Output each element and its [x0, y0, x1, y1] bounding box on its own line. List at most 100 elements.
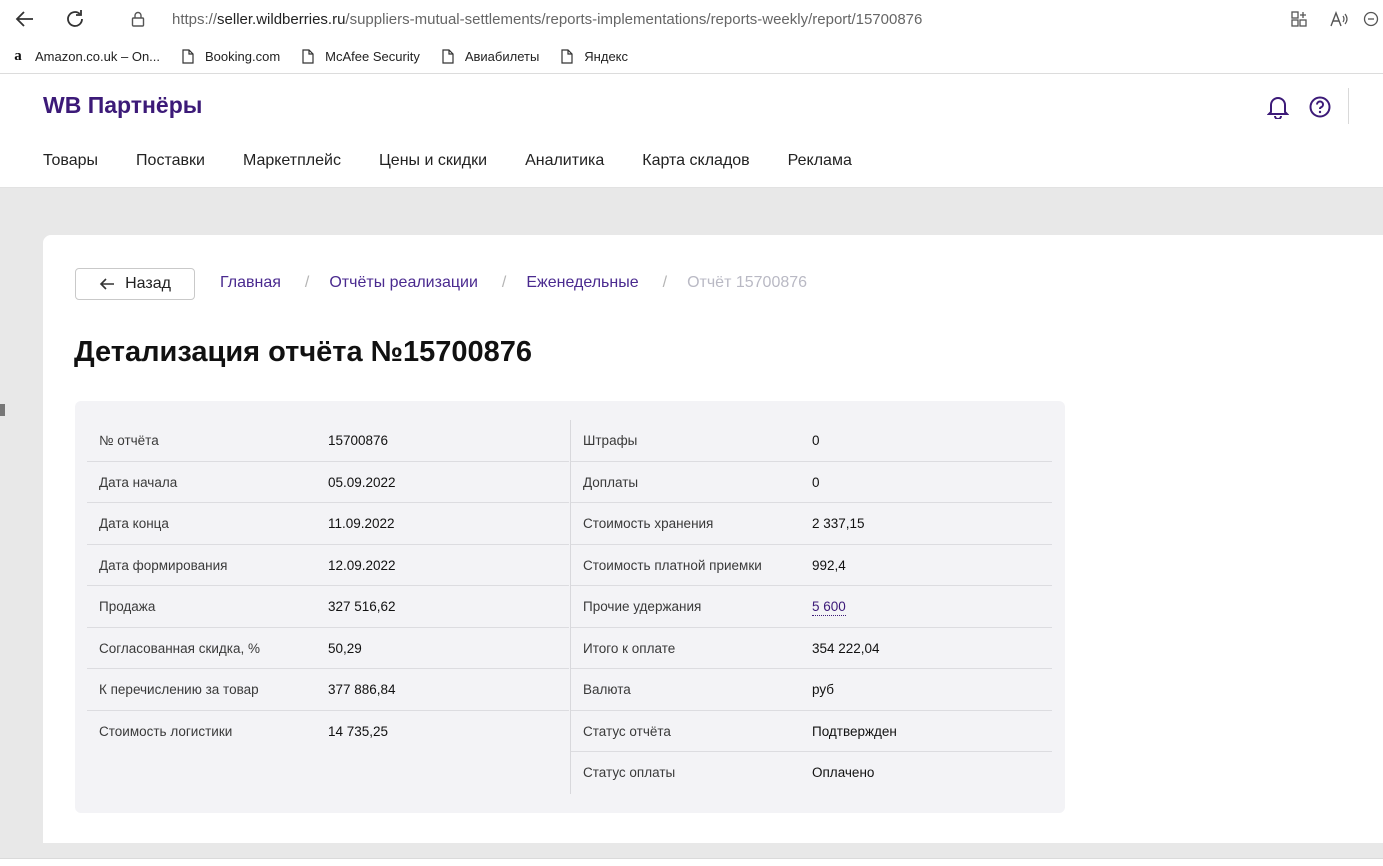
url-domain: seller.wildberries.ru	[217, 10, 346, 28]
detail-row-storage: Стоимость хранения 2 337,15	[571, 503, 1052, 545]
detail-value: 05.09.2022	[328, 474, 396, 490]
detail-row-start-date: Дата начала 05.09.2022	[87, 462, 569, 503]
bookmark-label: Amazon.co.uk – On...	[35, 49, 161, 64]
detail-row-paid-acceptance: Стоимость платной приемки 992,4	[571, 545, 1052, 586]
menu-item-prices[interactable]: Цены и скидки	[379, 152, 487, 170]
bookmark-booking[interactable]: Booking.com	[180, 49, 280, 65]
page-icon	[440, 49, 456, 65]
bookmark-aviabilety[interactable]: Авиабилеты	[440, 49, 539, 65]
back-arrow-icon[interactable]	[10, 4, 40, 34]
detail-value: 15700876	[328, 433, 389, 448]
detail-row-report-status: Статус отчёта Подтвержден	[571, 711, 1052, 752]
detail-label: Штрафы	[583, 433, 638, 448]
detail-row-discount: Согласованная скидка, % 50,29	[87, 628, 569, 669]
browser-toolbar: https://seller.wildberries.ru/suppliers-…	[0, 0, 1383, 38]
detail-row-logistics: Стоимость логистики 14 735,25	[87, 711, 569, 753]
header-divider	[1348, 88, 1349, 124]
detail-value: 327 516,62	[328, 599, 396, 614]
breadcrumb-weekly[interactable]: Еженедельные	[526, 274, 638, 292]
detail-row-surcharges: Доплаты 0	[571, 462, 1052, 503]
details-right-column: Штрафы 0 Доплаты 0 Стоимость хранения 2 337…	[570, 420, 1052, 794]
detail-row-report-number: № отчёта 15700876	[87, 420, 569, 462]
detail-value: 2 337,15	[812, 516, 865, 531]
detail-value: 11.09.2022	[328, 516, 395, 531]
report-details-panel: № отчёта 15700876 Дата начала 05.09.2022 Д…	[75, 401, 1065, 813]
wb-logo[interactable]: WB Партнёры	[43, 92, 202, 119]
url-prefix: https://	[172, 10, 218, 28]
details-left-column: № отчёта 15700876 Дата начала 05.09.2022 Д…	[87, 420, 569, 752]
menu-item-marketplace[interactable]: Маркетплейс	[243, 152, 341, 170]
detail-label: Дата конца	[99, 516, 169, 531]
page-title: Детализация отчёта №15700876	[74, 336, 533, 368]
help-icon[interactable]	[1307, 94, 1333, 120]
menu-item-warehouse-map[interactable]: Карта складов	[642, 152, 749, 170]
detail-value: 12.09.2022	[328, 557, 396, 573]
detail-label: Согласованная скидка, %	[99, 640, 260, 656]
detail-label: Итого к оплате	[583, 640, 676, 656]
page-icon	[559, 49, 575, 65]
detail-label: Прочие удержания	[583, 599, 702, 614]
bookmarks-bar: a Amazon.co.uk – On... Booking.com McAfe…	[0, 40, 1383, 74]
lock-icon	[126, 7, 150, 31]
breadcrumb-home[interactable]: Главная	[220, 274, 281, 292]
detail-value: Подтвержден	[812, 723, 897, 739]
breadcrumb-separator: /	[304, 274, 310, 291]
detail-label: Продажа	[99, 599, 156, 614]
side-scroll-handle[interactable]	[0, 404, 5, 416]
url-path: /suppliers-mutual-settlements/reports-im…	[345, 10, 923, 28]
breadcrumb: Главная / Отчёты реализации / Еженедельн…	[220, 274, 807, 292]
breadcrumb-current: Отчёт 15700876	[687, 274, 808, 291]
detail-label: Статус отчёта	[583, 723, 671, 739]
detail-row-created-date: Дата формирования 12.09.2022	[87, 545, 569, 586]
detail-row-sales: Продажа 327 516,62	[87, 586, 569, 628]
menu-item-supplies[interactable]: Поставки	[136, 152, 205, 170]
back-button-label: Назад	[125, 275, 171, 292]
detail-label: Стоимость хранения	[583, 516, 714, 531]
bookmark-label: Авиабилеты	[464, 49, 540, 64]
bookmark-amazon[interactable]: a Amazon.co.uk – On...	[10, 48, 161, 65]
detail-label: Доплаты	[583, 474, 639, 490]
main-menu: Товары Поставки Маркетплейс Цены и скидк…	[43, 152, 890, 170]
detail-value: 14 735,25	[328, 723, 389, 739]
back-button[interactable]: Назад	[75, 268, 195, 300]
detail-value: 50,29	[328, 640, 362, 656]
menu-item-goods[interactable]: Товары	[43, 152, 98, 170]
bell-icon[interactable]	[1265, 94, 1291, 120]
detail-row-total: Итого к оплате 354 222,04	[571, 628, 1052, 669]
bookmark-mcafee[interactable]: McAfee Security	[300, 49, 420, 65]
detail-row-other-deductions: Прочие удержания 5 600	[571, 586, 1052, 628]
apps-icon[interactable]	[1279, 6, 1319, 32]
breadcrumb-separator: /	[501, 274, 507, 291]
reload-icon[interactable]	[60, 4, 90, 34]
detail-label: Статус оплаты	[583, 765, 676, 780]
detail-label: К перечислению за товар	[99, 682, 259, 697]
detail-row-end-date: Дата конца 11.09.2022	[87, 503, 569, 545]
detail-value: руб	[812, 682, 834, 697]
read-aloud-icon[interactable]	[1319, 6, 1359, 32]
bookmark-label: Яндекс	[584, 49, 629, 64]
page-icon	[300, 49, 316, 65]
detail-label: № отчёта	[99, 433, 159, 448]
page-bottom	[0, 858, 1383, 866]
detail-value: 0	[812, 474, 820, 490]
breadcrumb-reports[interactable]: Отчёты реализации	[329, 274, 478, 292]
arrow-left-icon	[99, 278, 115, 290]
detail-row-payment-status: Статус оплаты Оплачено	[571, 752, 1052, 794]
detail-value: Оплачено	[812, 765, 875, 780]
bookmark-label: Booking.com	[205, 49, 281, 64]
detail-value: 992,4	[812, 557, 846, 573]
other-deductions-link[interactable]: 5 600	[812, 599, 846, 616]
bookmark-yandex[interactable]: Яндекс	[559, 49, 628, 65]
detail-value: 0	[812, 433, 820, 448]
address-bar[interactable]: https://seller.wildberries.ru/suppliers-…	[110, 4, 1280, 34]
menu-item-analytics[interactable]: Аналитика	[525, 152, 604, 170]
detail-value: 377 886,84	[328, 682, 396, 697]
detail-row-transfer: К перечислению за товар 377 886,84	[87, 669, 569, 711]
detail-label: Дата формирования	[99, 557, 228, 573]
site-header: WB Партнёры Товары Поставки Маркетплейс …	[0, 76, 1383, 188]
detail-row-fines: Штрафы 0	[571, 420, 1052, 462]
page-icon	[180, 49, 196, 65]
detail-label: Стоимость логистики	[99, 723, 233, 739]
more-icon[interactable]	[1359, 6, 1383, 32]
menu-item-ads[interactable]: Реклама	[788, 152, 852, 170]
